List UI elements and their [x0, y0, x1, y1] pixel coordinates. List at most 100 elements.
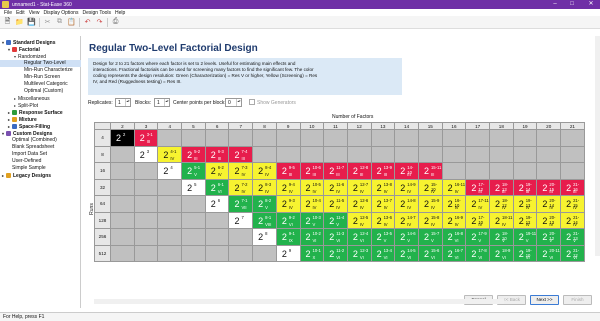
tree-item-regular-two-level[interactable]: Regular Two-Level [0, 60, 81, 67]
tree-item-miscellaneous[interactable]: ▸ Miscellaneous [14, 95, 50, 102]
tree-item-min-run-screen[interactable]: Min-Run Screen [20, 74, 60, 81]
next-button[interactable]: Next >> [530, 295, 559, 305]
open-file-icon[interactable]: 📁 [15, 18, 24, 27]
new-file-icon[interactable]: 🗎 [3, 18, 12, 27]
design-cell[interactable]: 2 5-1 V [181, 162, 206, 180]
design-cell[interactable]: 2 11-7 III [323, 162, 348, 180]
design-cell[interactable]: 2 11-2 VI [323, 244, 348, 262]
design-cell[interactable]: 2 9-1 IX [275, 228, 301, 246]
design-cell[interactable]: 2 8-4 IV [252, 162, 277, 180]
menu-help[interactable]: Help [115, 10, 125, 16]
design-cell[interactable]: 2 10-4 IV [299, 195, 325, 213]
tree-item-standard-designs[interactable]: ▾ Standard Designs [2, 39, 56, 46]
design-cell[interactable]: 2 15-10 IV [417, 178, 443, 196]
tree-item-response-surface[interactable]: ▸ Response Surface [8, 109, 63, 116]
design-cell[interactable]: 27 [228, 211, 254, 229]
menu-edit[interactable]: Edit [16, 10, 25, 16]
design-cell[interactable]: 2 19-11 V [512, 228, 538, 246]
design-cell[interactable]: 2 20-11 VI [536, 244, 562, 262]
design-cell[interactable]: 2 9-4 IV [275, 178, 301, 196]
design-cell[interactable]: 2 7-1 VII [228, 195, 254, 213]
design-cell[interactable]: 2 20-15 III [536, 178, 562, 196]
design-cell[interactable]: 2 14-5 VI [394, 244, 419, 262]
design-cell[interactable]: 2 20-14 IV [536, 195, 562, 213]
design-cell[interactable]: 2 13-4 VI [370, 244, 396, 262]
tree-item-randomized[interactable]: ▾ Randomized [14, 53, 46, 60]
design-cell[interactable]: 2 11-3 VI [323, 228, 348, 246]
redo-icon[interactable]: ↷ [95, 18, 104, 27]
design-cell[interactable]: 2 10-1 X [299, 244, 325, 262]
design-cell[interactable]: 2 13-9 III [370, 162, 396, 180]
tree-item-custom-designs[interactable]: ▾ Custom Designs [2, 130, 52, 137]
design-cell[interactable]: 2 17-8 VI [465, 244, 490, 262]
design-cell[interactable]: 2 10-3 V [299, 211, 325, 229]
tree-item-mixture[interactable]: ▸ Mixture [8, 116, 37, 123]
design-cell[interactable]: 2 6-2 IV [204, 162, 230, 180]
design-cell[interactable]: 2 12-8 III [346, 162, 372, 180]
design-cell[interactable]: 2 19-14 III [512, 178, 538, 196]
design-cell[interactable]: 2 12-4 VI [346, 228, 372, 246]
show-generators-checkbox[interactable] [249, 99, 255, 105]
design-cell[interactable]: 2 11-4 V [323, 211, 348, 229]
design-cell[interactable]: 2 18-10 V [489, 228, 514, 246]
design-cell[interactable]: 2 16-7 VI [441, 244, 467, 262]
design-cell[interactable]: 2 10-5 IV [299, 178, 325, 196]
design-cell[interactable]: 2 7-2 IV [228, 178, 254, 196]
design-cell[interactable]: 2 5-2 III [181, 145, 206, 163]
design-cell[interactable]: 2 10-2 VI [299, 228, 325, 246]
design-cell[interactable]: 2 12-3 VI [346, 244, 372, 262]
design-cell[interactable]: 2 9-5 III [275, 162, 301, 180]
tree-item-optimal-combined[interactable]: Optimal (Combined) [8, 137, 57, 144]
menu-display-options[interactable]: Display Options [43, 10, 78, 16]
design-cell[interactable]: 2 11-5 IV [323, 195, 348, 213]
menu-design-tools[interactable]: Design Tools [82, 10, 111, 16]
design-cell[interactable]: 2 11-6 IV [323, 178, 348, 196]
design-cell[interactable]: 2 15-6 VI [417, 244, 443, 262]
design-cell[interactable]: 2 18-9 VI [489, 244, 514, 262]
tree-item-space-filling[interactable]: ▸ Space-Filling [8, 123, 50, 130]
design-cell[interactable]: 2 4-1 IV [157, 145, 183, 163]
design-cell[interactable]: 2 21-15 IV [560, 195, 585, 213]
design-cell[interactable]: 2 9-2 VI [275, 211, 301, 229]
design-cell[interactable]: 2 15-9 IV [417, 195, 443, 213]
center-points-spinner[interactable]: 0 [225, 98, 242, 107]
design-cell[interactable]: 2 21-14 IV [560, 211, 585, 229]
tree-item-optimal-custom[interactable]: Optimal (Custom) [20, 88, 63, 95]
design-cell[interactable]: 2 15-11 III [417, 162, 443, 180]
design-cell[interactable]: 2 6-1 VI [204, 178, 230, 196]
paste-icon[interactable]: 📋 [67, 18, 76, 27]
design-cell[interactable]: 2 15-7 V [417, 228, 443, 246]
tree-item-blank-spreadsheet[interactable]: Blank Spreadsheet [8, 144, 54, 151]
tree-item-min-run-characterize[interactable]: Min-Run Characterize [20, 67, 73, 74]
replicates-spinner[interactable]: 1 [115, 98, 131, 107]
design-cell[interactable]: 2 7-3 IV [228, 162, 254, 180]
design-cell[interactable]: 2 16-9 IV [441, 211, 467, 229]
design-cell[interactable]: 23 [133, 145, 159, 163]
design-cell[interactable]: 2 16-11 IV [441, 178, 467, 196]
design-cell[interactable]: 2 15-8 IV [417, 211, 443, 229]
design-cell[interactable]: 2 16-10 IV [441, 195, 467, 213]
tree-item-factorial[interactable]: ▾ Factorial [8, 46, 40, 53]
design-cell[interactable]: 2 12-6 IV [346, 195, 372, 213]
menu-file[interactable]: File [4, 10, 12, 16]
design-cell[interactable]: 2 19-10 VI [512, 244, 538, 262]
tree-item-legacy-designs[interactable]: ▸ Legacy Designs [2, 172, 51, 179]
undo-icon[interactable]: ↶ [83, 18, 92, 27]
copy-icon[interactable]: ⧉ [55, 18, 64, 27]
design-cell[interactable]: 25 [181, 178, 206, 196]
print-icon[interactable]: ⎙ [111, 18, 120, 27]
design-cell[interactable]: 24 [157, 162, 183, 180]
design-cell[interactable]: 22 [110, 129, 135, 147]
design-cell[interactable]: 2 16-8 VI [441, 228, 467, 246]
design-cell[interactable]: 2 19-13 IV [512, 195, 538, 213]
design-cell[interactable]: 2 10-6 III [299, 162, 325, 180]
design-cell[interactable]: 28 [252, 228, 277, 246]
design-cell[interactable]: 2 21-12 VI [560, 244, 585, 262]
design-cell[interactable]: 2 7-4 III [228, 145, 254, 163]
vertical-scrollbar[interactable] [595, 36, 600, 256]
design-cell[interactable]: 2 14-8 IV [394, 195, 419, 213]
design-cell[interactable]: 2 8-2 V [252, 195, 277, 213]
design-cell[interactable]: 2 6-3 III [204, 145, 230, 163]
blocks-spinner[interactable]: 1 [154, 98, 170, 107]
menu-view[interactable]: View [29, 10, 40, 16]
